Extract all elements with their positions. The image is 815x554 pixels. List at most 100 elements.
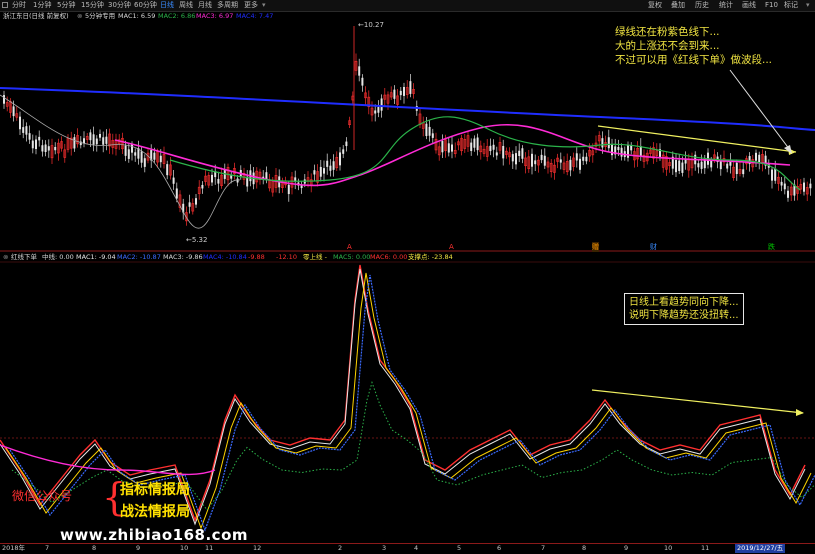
candle-body: [579, 158, 581, 170]
event-marker-gift[interactable]: 赠: [592, 242, 599, 252]
watermark-line2: 战法情报局: [120, 504, 190, 520]
candle-body: [319, 166, 322, 177]
ma-short-line: [0, 94, 241, 229]
candle-body: [476, 137, 479, 151]
candle-body: [431, 133, 434, 138]
candle-body: [22, 127, 25, 133]
candle-body: [399, 90, 402, 96]
candle-body: [675, 160, 677, 173]
x-axis: 2018年 7 8 9 10 11 12 2 3 4 5 6 7 8 9 10 …: [0, 543, 815, 554]
candle-body: [140, 151, 143, 163]
candle-body: [678, 160, 681, 171]
candle-body: [35, 139, 37, 150]
candle-body: [127, 149, 130, 159]
candle-body: [83, 138, 85, 144]
x-tick: 11: [205, 544, 214, 552]
candle-body: [188, 202, 191, 207]
candle-body: [774, 168, 777, 181]
candle-body: [166, 164, 169, 176]
price-low-label: ←5.32: [186, 236, 208, 244]
trend-line-sub: [591, 389, 804, 414]
x-tick: 9: [136, 544, 141, 552]
candle-body: [134, 152, 137, 156]
annotation-box-line1: 日线上看趋势同向下降...: [629, 297, 739, 308]
candle-body: [102, 137, 105, 145]
candle-body: [447, 143, 450, 153]
event-marker-a1[interactable]: A: [347, 243, 352, 251]
candle-body: [345, 141, 348, 147]
candle-body: [710, 160, 713, 168]
x-tick: 10: [180, 544, 189, 552]
candle-body: [217, 178, 220, 184]
candle-body: [681, 162, 684, 173]
candle-body: [339, 152, 341, 166]
x-tick: 10: [664, 544, 673, 552]
annotation-top: 绿线还在粉紫色线下... 大的上涨还不会到来... 不过可以用《红线下单》做波段…: [615, 25, 772, 67]
candle-body: [323, 168, 325, 174]
candle-body: [611, 144, 613, 156]
annotation-box: 日线上看趋势同向下降... 说明下降趋势还没扭转...: [624, 293, 744, 325]
x-tick: 8: [582, 544, 587, 552]
annotation-box-line2: 说明下降趋势还没扭转...: [629, 310, 739, 321]
x-tick: 7: [45, 544, 50, 552]
candle-body: [601, 138, 604, 148]
candle-body: [569, 159, 572, 171]
watermark-line1: 指标情报局: [120, 482, 190, 498]
candle-body: [374, 110, 377, 114]
candle-body: [175, 188, 178, 199]
candle-body: [172, 177, 175, 184]
candle-body: [41, 145, 44, 152]
candle-body: [358, 66, 361, 76]
candle-body: [803, 182, 805, 192]
x-tick: 4: [414, 544, 419, 552]
candle-body: [28, 133, 31, 140]
candle-body: [403, 87, 405, 96]
candle-body: [495, 152, 498, 156]
candle-body: [19, 116, 21, 130]
candle-body: [3, 95, 5, 104]
annotation-pointer-top-head: [784, 145, 792, 154]
candle-body: [780, 181, 783, 186]
candle-body: [393, 89, 396, 99]
event-marker-finance[interactable]: 财: [650, 242, 657, 252]
x-tick: 8: [92, 544, 97, 552]
candle-body: [787, 190, 789, 198]
candle-body: [534, 160, 537, 165]
candle-body: [44, 144, 47, 153]
candle-body: [489, 145, 492, 152]
x-tick: 5: [457, 544, 462, 552]
candle-body: [617, 146, 620, 151]
candle-body: [559, 159, 562, 163]
candle-body: [342, 149, 345, 154]
candle-body: [287, 184, 290, 195]
candle-body: [236, 178, 239, 183]
candle-body: [313, 170, 316, 175]
candle-body: [201, 184, 204, 189]
trend-arrowhead-sub: [796, 409, 804, 416]
event-marker-drop[interactable]: 跌: [768, 242, 775, 252]
candle-body: [230, 175, 233, 179]
candle-body: [470, 142, 473, 152]
candle-body: [627, 145, 629, 158]
candle-body: [425, 123, 428, 137]
candle-body: [630, 145, 633, 151]
candle-body: [377, 107, 380, 113]
event-marker-a2[interactable]: A: [449, 243, 454, 251]
candle-body: [441, 140, 444, 153]
x-tick: 2: [338, 544, 343, 552]
candle-body: [540, 154, 543, 161]
candle-body: [451, 144, 453, 152]
x-tick: 6: [497, 544, 502, 552]
candle-body: [131, 144, 133, 153]
annotation-pointer-top: [729, 69, 791, 151]
candle-body: [73, 137, 76, 149]
candle-body: [361, 77, 364, 86]
candle-body: [143, 158, 146, 167]
candle-body: [332, 161, 335, 170]
candle-body: [531, 153, 533, 167]
candle-body: [518, 150, 521, 156]
candle-body: [92, 134, 95, 145]
candle-body: [38, 136, 41, 141]
kline-chart[interactable]: [0, 0, 815, 553]
candle-body: [502, 145, 505, 159]
